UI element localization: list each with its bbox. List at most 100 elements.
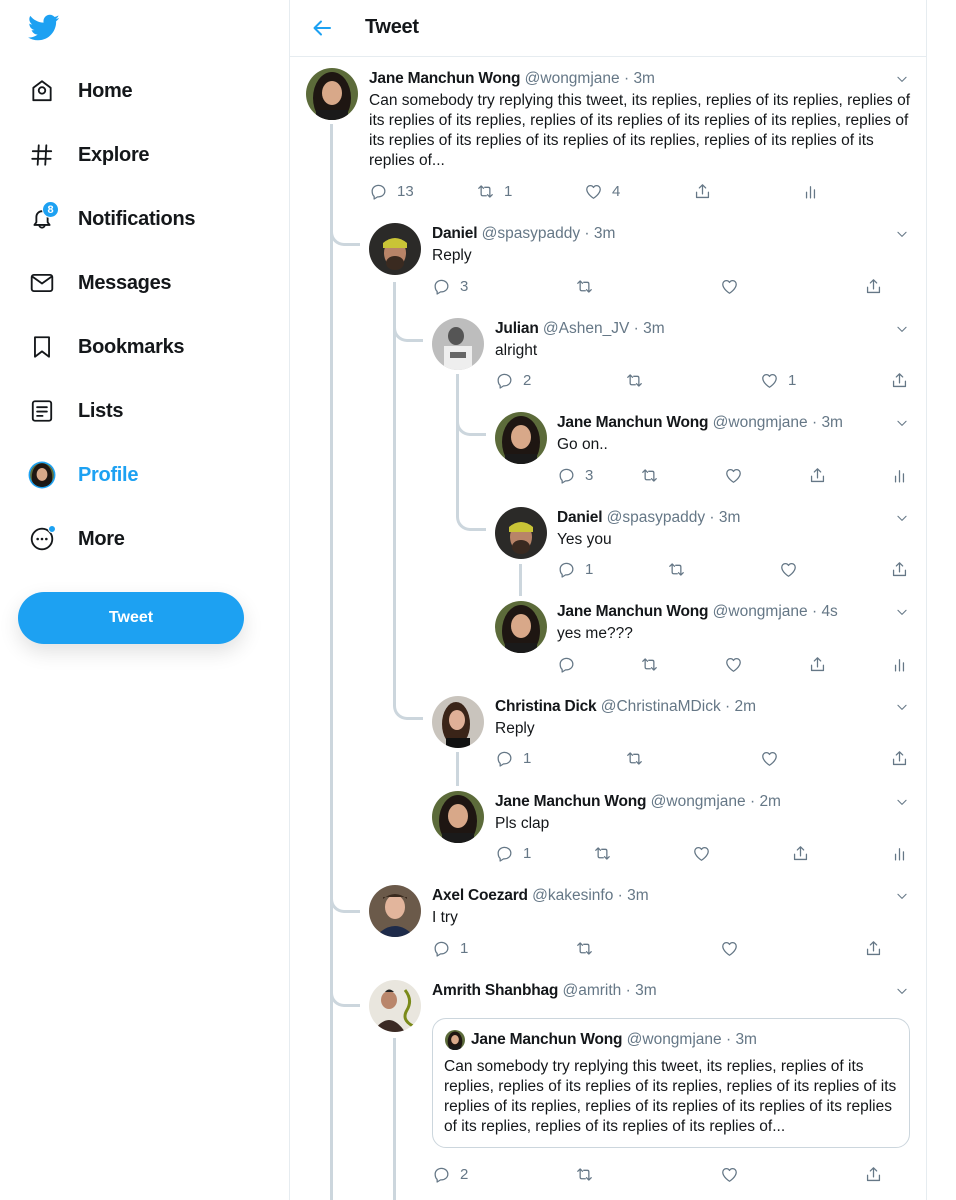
like-button[interactable] <box>724 466 752 485</box>
timestamp[interactable]: 3m <box>627 887 649 904</box>
author-handle[interactable]: @kakesinfo <box>532 887 613 904</box>
reply-button[interactable]: 13 <box>369 182 414 201</box>
timestamp[interactable]: 2m <box>759 793 781 810</box>
chevron-down-icon[interactable] <box>895 889 909 903</box>
chevron-down-icon[interactable] <box>895 984 909 998</box>
retweet-button[interactable] <box>575 939 603 958</box>
author-name[interactable]: Julian <box>495 320 539 337</box>
like-button[interactable] <box>779 560 807 579</box>
like-button[interactable]: 1 <box>760 371 796 390</box>
timestamp[interactable]: 3m <box>633 70 655 87</box>
sidebar-item-explore[interactable]: Explore <box>28 135 150 175</box>
author-handle[interactable]: @Ashen_JV <box>543 320 629 337</box>
sidebar-item-notifications[interactable]: 8 Notifications <box>28 199 196 239</box>
arrow-left-icon[interactable] <box>310 16 334 40</box>
chevron-down-icon[interactable] <box>895 416 909 430</box>
share-button[interactable] <box>864 277 883 296</box>
sidebar-item-messages[interactable]: Messages <box>28 263 172 303</box>
timestamp[interactable]: 4s <box>821 603 837 620</box>
author-handle[interactable]: @ChristinaMDick <box>601 698 721 715</box>
tweet-button[interactable]: Tweet <box>18 592 244 644</box>
share-button[interactable] <box>864 1165 883 1184</box>
sidebar-item-lists[interactable]: Lists <box>28 391 123 431</box>
timestamp[interactable]: 3m <box>719 509 741 526</box>
sidebar-item-more[interactable]: More <box>28 519 125 559</box>
chevron-down-icon[interactable] <box>895 700 909 714</box>
avatar[interactable] <box>495 412 547 464</box>
reply-button[interactable] <box>557 655 585 674</box>
avatar[interactable] <box>369 980 421 1032</box>
avatar[interactable] <box>432 696 484 748</box>
author-name[interactable]: Jane Manchun Wong <box>557 603 709 620</box>
timestamp[interactable]: 3m <box>635 982 657 999</box>
like-button[interactable] <box>724 655 752 674</box>
share-button[interactable] <box>808 655 827 674</box>
like-button[interactable] <box>720 939 748 958</box>
like-button[interactable] <box>760 749 788 768</box>
author-name[interactable]: Amrith Shanbhag <box>432 982 558 999</box>
chevron-down-icon[interactable] <box>895 72 909 86</box>
author-handle[interactable]: @spasypaddy <box>482 225 580 242</box>
chevron-down-icon[interactable] <box>895 605 909 619</box>
share-button[interactable] <box>864 939 883 958</box>
twitter-bird-icon[interactable] <box>28 14 60 42</box>
avatar[interactable] <box>306 68 358 120</box>
retweet-button[interactable] <box>575 277 603 296</box>
author-handle[interactable]: @amrith <box>562 982 621 999</box>
author-handle[interactable]: @wongmjane <box>651 793 746 810</box>
like-button[interactable] <box>720 277 748 296</box>
avatar[interactable] <box>432 318 484 370</box>
reply-button[interactable]: 1 <box>495 749 531 768</box>
retweet-button[interactable] <box>625 749 653 768</box>
reply-button[interactable]: 1 <box>432 939 468 958</box>
avatar[interactable] <box>369 885 421 937</box>
author-name[interactable]: Daniel <box>557 509 603 526</box>
share-button[interactable] <box>808 466 827 485</box>
analytics-button[interactable] <box>801 182 820 201</box>
retweet-button[interactable] <box>640 466 668 485</box>
retweet-button[interactable] <box>667 560 695 579</box>
author-handle[interactable]: @wongmjane <box>713 603 808 620</box>
sidebar-item-bookmarks[interactable]: Bookmarks <box>28 327 185 367</box>
avatar[interactable] <box>495 507 547 559</box>
author-name[interactable]: Christina Dick <box>495 698 597 715</box>
author-handle[interactable]: @spasypaddy <box>607 509 705 526</box>
timestamp[interactable]: 3m <box>643 320 665 337</box>
share-button[interactable] <box>890 371 909 390</box>
timestamp[interactable]: 3m <box>821 414 843 431</box>
reply-button[interactable]: 2 <box>432 1165 468 1184</box>
reply-button[interactable]: 1 <box>495 844 531 863</box>
retweet-button[interactable] <box>640 655 668 674</box>
reply-button[interactable]: 2 <box>495 371 531 390</box>
like-button[interactable] <box>692 844 720 863</box>
analytics-button[interactable] <box>890 466 909 485</box>
author-handle[interactable]: @wongmjane <box>713 414 808 431</box>
author-name[interactable]: Axel Coezard <box>432 887 528 904</box>
author-name[interactable]: Jane Manchun Wong <box>557 414 709 431</box>
retweet-button[interactable]: 1 <box>476 182 512 201</box>
author-name[interactable]: Daniel <box>432 225 478 242</box>
share-button[interactable] <box>693 182 712 201</box>
author-name[interactable]: Jane Manchun Wong <box>369 70 521 87</box>
like-button[interactable] <box>720 1165 748 1184</box>
avatar[interactable] <box>432 791 484 843</box>
like-button[interactable]: 4 <box>584 182 620 201</box>
author-handle[interactable]: @wongmjane <box>525 70 620 87</box>
sidebar-item-home[interactable]: Home <box>28 71 133 111</box>
chevron-down-icon[interactable] <box>895 795 909 809</box>
retweet-button[interactable] <box>625 371 653 390</box>
quoted-tweet[interactable]: Jane Manchun Wong @wongmjane · 3m Can so… <box>432 1018 910 1148</box>
reply-button[interactable]: 3 <box>432 277 468 296</box>
reply-button[interactable]: 1 <box>557 560 593 579</box>
analytics-button[interactable] <box>890 844 909 863</box>
timestamp[interactable]: 2m <box>734 698 756 715</box>
avatar[interactable] <box>369 223 421 275</box>
author-name[interactable]: Jane Manchun Wong <box>495 793 647 810</box>
chevron-down-icon[interactable] <box>895 322 909 336</box>
avatar[interactable] <box>495 601 547 653</box>
retweet-button[interactable] <box>575 1165 603 1184</box>
reply-button[interactable]: 3 <box>557 466 593 485</box>
retweet-button[interactable] <box>593 844 621 863</box>
chevron-down-icon[interactable] <box>895 511 909 525</box>
chevron-down-icon[interactable] <box>895 227 909 241</box>
